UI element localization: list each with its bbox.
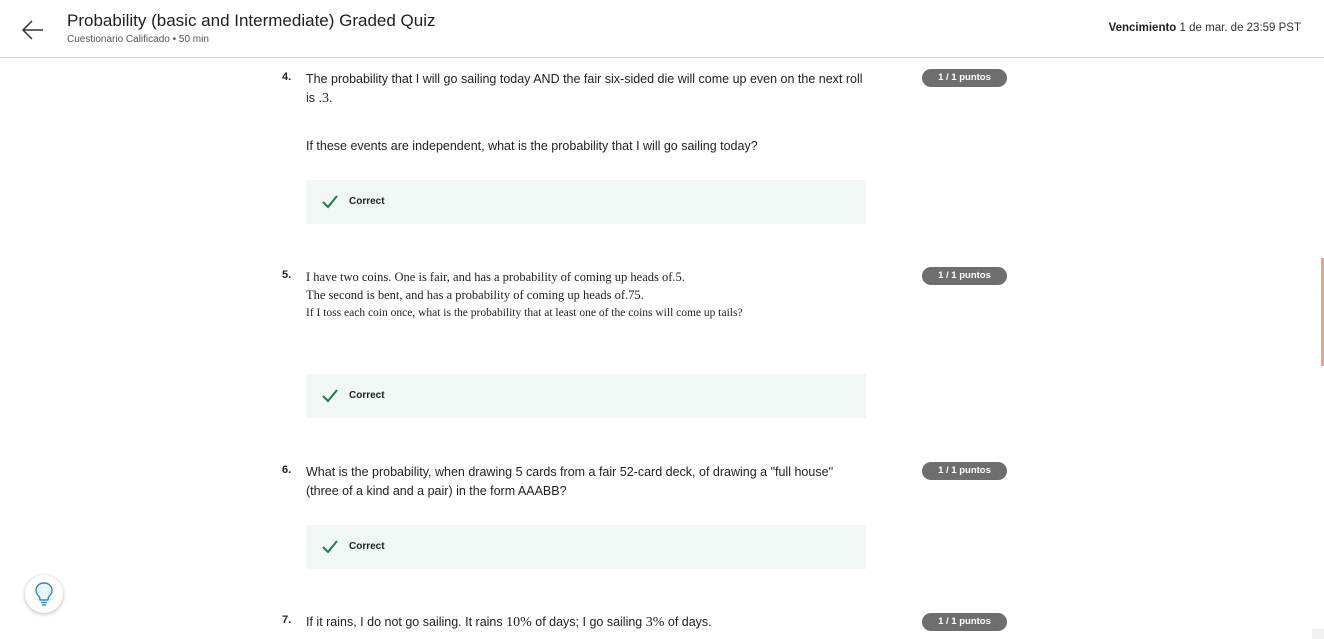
due-label: Vencimiento bbox=[1108, 22, 1177, 34]
points-badge: 1 / 1 puntos bbox=[922, 69, 1007, 87]
question-line-2: The second is bent, and has a probabilit… bbox=[306, 288, 644, 302]
check-icon bbox=[322, 195, 338, 209]
lightbulb-icon bbox=[35, 582, 53, 606]
question-number: 7. bbox=[282, 614, 292, 626]
due-date: Vencimiento 1 de mar. de 23:59 PST bbox=[1109, 22, 1301, 34]
feedback-label: Correct bbox=[349, 196, 385, 207]
feedback-correct: Correct bbox=[306, 525, 866, 569]
question-line-3: If I toss each coin once, what is the pr… bbox=[306, 307, 743, 319]
tips-button[interactable] bbox=[25, 575, 63, 613]
question-text-part: If it rains, I do not go sailing. It rai… bbox=[306, 615, 507, 629]
question-text: The probability that I will go sailing t… bbox=[306, 70, 866, 108]
question-text: What is the probability, when drawing 5 … bbox=[306, 465, 834, 498]
question-text-part: of days; I go sailing bbox=[531, 615, 646, 629]
back-button[interactable] bbox=[20, 17, 46, 43]
check-icon bbox=[322, 540, 338, 554]
question-number: 5. bbox=[282, 269, 292, 281]
question-subtext: If these events are independent, what is… bbox=[306, 139, 758, 153]
points-badge: 1 / 1 puntos bbox=[922, 462, 1007, 480]
points-badge: 1 / 1 puntos bbox=[922, 267, 1007, 285]
feedback-label: Correct bbox=[349, 541, 385, 552]
quiz-header: Probability (basic and Intermediate) Gra… bbox=[0, 0, 1324, 58]
feedback-correct: Correct bbox=[306, 374, 866, 418]
math-value: 3% bbox=[645, 615, 665, 630]
question-number: 4. bbox=[282, 71, 292, 83]
page-title: Probability (basic and Intermediate) Gra… bbox=[67, 11, 436, 30]
points-badge: 1 / 1 puntos bbox=[922, 613, 1007, 631]
question-text: If it rains, I do not go sailing. It rai… bbox=[306, 613, 906, 632]
question-text-part: of days. bbox=[664, 615, 712, 629]
arrow-left-icon bbox=[21, 20, 43, 40]
scrollbar-corner bbox=[1312, 629, 1324, 639]
question-number: 6. bbox=[282, 464, 292, 476]
math-value: 10% bbox=[506, 615, 532, 630]
due-value: 1 de mar. de 23:59 PST bbox=[1179, 22, 1301, 34]
math-value: .3 bbox=[318, 91, 330, 106]
question-text-part: The probability that I will go sailing t… bbox=[306, 72, 863, 105]
feedback-correct: Correct bbox=[306, 180, 866, 224]
question-text-end: . bbox=[329, 91, 333, 105]
feedback-label: Correct bbox=[349, 390, 385, 401]
page-subtitle: Cuestionario Calificado • 50 min bbox=[67, 34, 209, 45]
question-line-1: I have two coins. One is fair, and has a… bbox=[306, 270, 685, 284]
check-icon bbox=[322, 389, 338, 403]
